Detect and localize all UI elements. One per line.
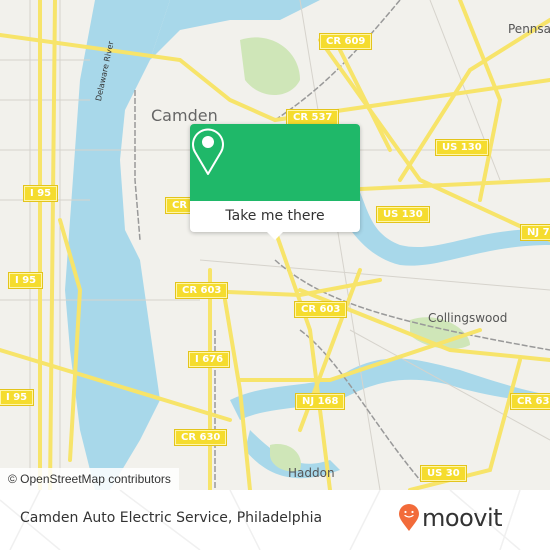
route-shield-us130: US 130 xyxy=(435,139,489,156)
location-popup: Take me there xyxy=(190,124,360,240)
place-title: Camden Auto Electric Service, Philadelph… xyxy=(20,510,323,526)
route-shield-cr609: CR 609 xyxy=(318,33,373,50)
map[interactable]: Camden Collingswood Haddon Pennsa Delawa… xyxy=(0,0,550,490)
map-base xyxy=(0,0,550,490)
route-shield-nj168: NJ 168 xyxy=(294,393,346,410)
route-shield-i95: I 95 xyxy=(7,272,44,289)
map-attribution[interactable]: © OpenStreetMap contributors xyxy=(0,468,179,490)
route-shield-i676: I 676 xyxy=(187,351,231,368)
route-shield-nj70: NJ 70 xyxy=(520,224,550,241)
take-me-there-button[interactable]: Take me there xyxy=(190,201,360,232)
route-shield-cr537: CR 537 xyxy=(285,109,340,126)
route-shield-cr: CR xyxy=(164,197,195,214)
map-pin-icon xyxy=(192,128,224,175)
popup-header xyxy=(190,124,360,201)
route-shield-cr603: CR 603 xyxy=(174,282,229,299)
park xyxy=(240,37,300,95)
place-label-pennsauken: Pennsa xyxy=(508,22,550,36)
place-label-collingswood: Collingswood xyxy=(428,311,508,325)
delaware-river xyxy=(65,0,170,490)
moovit-wordmark: moovit xyxy=(422,504,503,532)
route-shield-i95: I 95 xyxy=(0,389,35,406)
route-shield-i95: I 95 xyxy=(22,185,59,202)
route-shield-us130: US 130 xyxy=(376,206,430,223)
route-shield-cr630: CR 630 xyxy=(173,429,228,446)
popup-pointer xyxy=(267,232,283,240)
moovit-logo[interactable]: moovit xyxy=(398,504,503,532)
place-label-haddon: Haddon xyxy=(288,466,335,480)
river-north xyxy=(150,0,320,60)
route-shield-cr603: CR 603 xyxy=(293,301,348,318)
route-shield-us30: US 30 xyxy=(420,465,467,482)
moovit-pin-icon xyxy=(399,504,419,531)
cooper-river xyxy=(330,160,550,266)
creek-south xyxy=(230,358,550,420)
place-label-camden: Camden xyxy=(151,106,218,125)
footer: Camden Auto Electric Service, Philadelph… xyxy=(0,490,550,550)
route-shield-cr636: CR 636 xyxy=(509,393,550,410)
